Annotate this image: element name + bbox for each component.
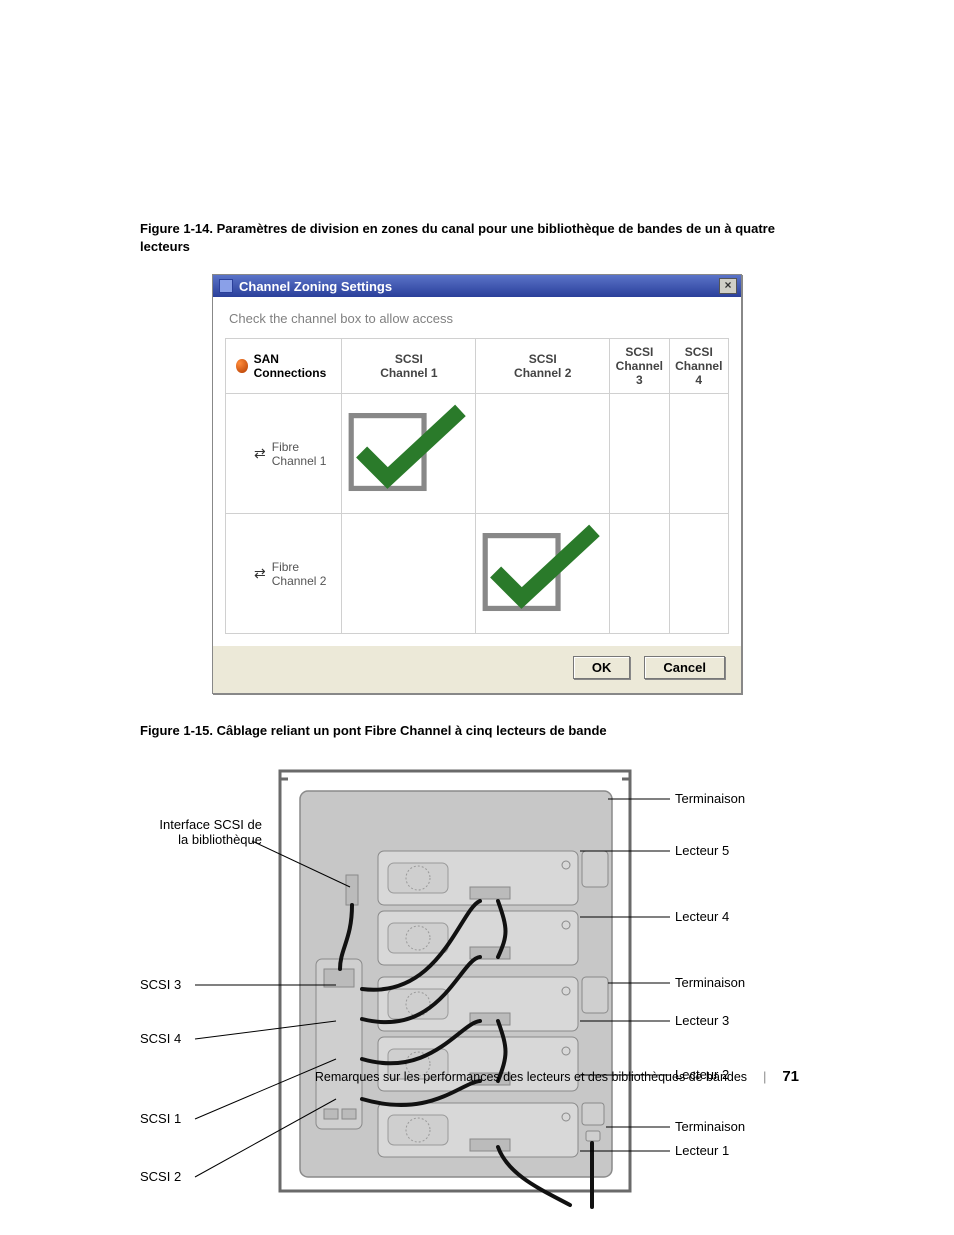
- zoning-table: SAN Connections SCSIChannel 1 SCSIChanne…: [225, 338, 729, 634]
- app-icon: [219, 279, 233, 293]
- table-row: ⇄ Fibre Channel 2: [226, 514, 729, 634]
- cancel-button[interactable]: Cancel: [644, 656, 725, 679]
- cell-fc2-ch4[interactable]: [669, 514, 728, 634]
- fc-node-icon: ⇄: [254, 565, 266, 582]
- dialog-titlebar: Channel Zoning Settings ×: [213, 275, 741, 297]
- col-scsi-3: SCSIChannel 3: [610, 339, 669, 394]
- col-scsi-2: SCSIChannel 2: [476, 339, 610, 394]
- cell-fc2-ch2[interactable]: [476, 514, 610, 634]
- cell-fc1-ch2[interactable]: [476, 394, 610, 514]
- dialog-title: Channel Zoning Settings: [239, 279, 719, 294]
- channel-zoning-dialog: Channel Zoning Settings × Check the chan…: [212, 274, 742, 694]
- footer-text: Remarques sur les performances des lecte…: [315, 1070, 747, 1084]
- label-lecteur3: Lecteur 3: [675, 1013, 729, 1028]
- label-term2: Terminaison: [675, 975, 745, 990]
- label-term1: Terminaison: [675, 791, 745, 806]
- cabling-diagram: Interface SCSI de la bibliothèque SCSI 3…: [140, 759, 758, 1209]
- cell-fc1-ch1[interactable]: [342, 394, 476, 514]
- fc-node-icon: ⇄: [254, 445, 266, 462]
- label-lecteur5: Lecteur 5: [675, 843, 729, 858]
- checkbox-checked-icon: [480, 613, 605, 627]
- label-scsi1: SCSI 1: [140, 1111, 181, 1126]
- label-lecteur4: Lecteur 4: [675, 909, 729, 924]
- figure-1-15-caption: Figure 1-15. Câblage reliant un pont Fib…: [140, 722, 814, 740]
- figure-1-14-caption: Figure 1-14. Paramètres de division en z…: [140, 220, 814, 256]
- ok-button[interactable]: OK: [573, 656, 631, 679]
- dialog-hint: Check the channel box to allow access: [225, 305, 729, 338]
- footer-separator-icon: |: [763, 1070, 766, 1084]
- label-scsi4: SCSI 4: [140, 1031, 181, 1046]
- label-term3: Terminaison: [675, 1119, 745, 1134]
- page-number: 71: [782, 1068, 799, 1085]
- checkbox-checked-icon: [346, 493, 471, 507]
- cell-fc1-ch4[interactable]: [669, 394, 728, 514]
- label-interface-scsi-2: la bibliothèque: [178, 832, 262, 847]
- cell-fc2-ch1[interactable]: [342, 514, 476, 634]
- close-icon[interactable]: ×: [719, 278, 737, 294]
- page-footer: Remarques sur les performances des lecte…: [0, 1068, 954, 1085]
- san-orb-icon: [236, 359, 248, 373]
- row-fc2-label: Fibre Channel 2: [272, 560, 338, 588]
- label-interface-scsi-1: Interface SCSI de: [159, 817, 262, 832]
- cell-fc2-ch3[interactable]: [610, 514, 669, 634]
- cell-fc1-ch3[interactable]: [610, 394, 669, 514]
- col-scsi-1: SCSIChannel 1: [342, 339, 476, 394]
- label-scsi2: SCSI 2: [140, 1169, 181, 1184]
- table-row: ⇄ Fibre Channel 1: [226, 394, 729, 514]
- san-connections-header: SAN Connections: [254, 352, 338, 380]
- label-lecteur1: Lecteur 1: [675, 1143, 729, 1158]
- col-scsi-4: SCSIChannel 4: [669, 339, 728, 394]
- label-scsi3: SCSI 3: [140, 977, 181, 992]
- row-fc1-label: Fibre Channel 1: [272, 440, 338, 468]
